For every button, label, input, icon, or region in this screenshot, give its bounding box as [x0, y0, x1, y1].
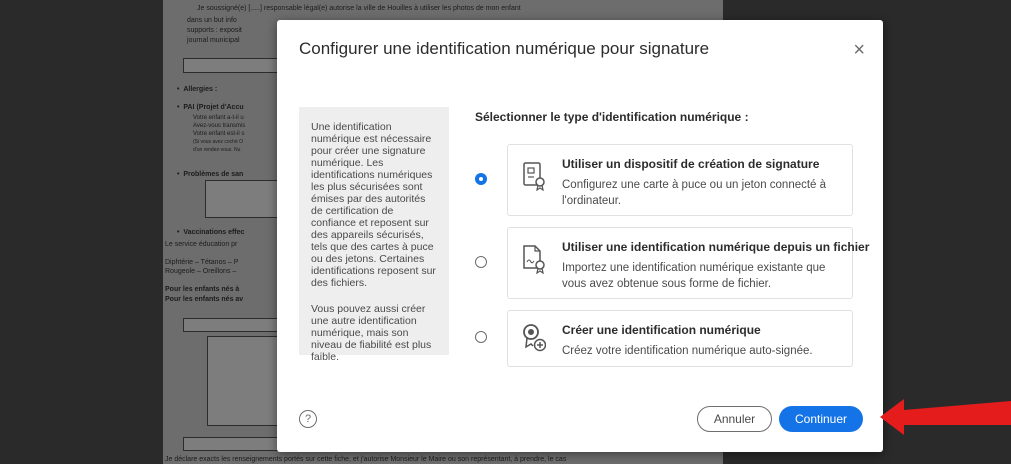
info-text: Une identification numérique est nécessa…: [311, 121, 436, 289]
doc-line: dans un but info: [187, 17, 237, 24]
red-arrow-annotation: [880, 399, 1011, 435]
option-card-create-id[interactable]: Créer une identification numérique Créez…: [507, 310, 853, 367]
dialog-title: Configurer une identification numérique …: [299, 39, 710, 58]
doc-line: journal municipal: [187, 37, 240, 44]
digital-id-dialog: Configurer une identification numérique …: [277, 20, 883, 452]
doc-line: Rougeole – Oreillons –: [165, 268, 237, 275]
certificate-file-icon: [523, 245, 545, 274]
option-card-signature-device[interactable]: Utiliser un dispositif de création de si…: [507, 144, 853, 216]
select-type-heading: Sélectionner le type d'identification nu…: [475, 110, 749, 124]
doc-field-box: [205, 180, 279, 218]
create-badge-icon: [523, 324, 546, 352]
doc-field-box: [207, 336, 279, 426]
doc-field-box: [183, 437, 285, 451]
doc-section-heading: • Allergies :: [177, 86, 218, 93]
doc-field-box: [183, 58, 285, 73]
option-signature-device: Utiliser un dispositif de création de si…: [475, 144, 855, 216]
doc-line: Diphtérie – Tétanos – P: [165, 259, 239, 266]
doc-line: Pour les enfants nés av: [165, 296, 244, 303]
option-id-from-file: Utiliser une identification numérique de…: [475, 227, 869, 299]
doc-line: Pour les enfants nés à: [165, 286, 240, 293]
radio-id-from-file[interactable]: [475, 256, 487, 268]
radio-create-id[interactable]: [475, 331, 487, 343]
doc-field-box: [183, 318, 285, 332]
cancel-button[interactable]: Annuler: [697, 406, 772, 432]
continue-button[interactable]: Continuer: [779, 406, 863, 432]
option-description: Importez une identification numérique ex…: [562, 262, 826, 290]
option-title: Utiliser une identification numérique de…: [562, 240, 870, 254]
option-title: Utiliser un dispositif de création de si…: [562, 157, 820, 171]
help-icon[interactable]: ?: [299, 410, 317, 428]
doc-small-line: d'un rendez-vous. Nu: [193, 147, 241, 153]
radio-signature-device[interactable]: [475, 173, 487, 185]
doc-section-heading: • PAI (Projet d'Accu: [177, 104, 244, 111]
option-title: Créer une identification numérique: [562, 323, 761, 337]
doc-line: supports : exposit: [187, 27, 242, 34]
option-description: Configurez une carte à puce ou un jeton …: [562, 179, 827, 207]
doc-section-heading: • Vaccinations effec: [177, 229, 245, 236]
option-create-id: Créer une identification numérique Créez…: [475, 310, 855, 367]
option-card-id-from-file[interactable]: Utiliser une identification numérique de…: [507, 227, 869, 299]
doc-consent-line: Je soussigné(e) [.....] responsable léga…: [197, 5, 521, 12]
doc-section-heading: • Problèmes de san: [177, 171, 244, 178]
doc-bottom-line: Je déclare exacts les renseignements por…: [165, 456, 567, 463]
option-description: Créez votre identification numérique aut…: [562, 345, 813, 357]
info-text-secondary: Vous pouvez aussi créer une autre identi…: [311, 303, 432, 363]
smart-card-icon: [523, 162, 545, 191]
close-icon[interactable]: ×: [853, 40, 865, 60]
info-panel: Une identification numérique est nécessa…: [299, 107, 449, 363]
doc-line: Le service éducation pr: [165, 241, 238, 248]
